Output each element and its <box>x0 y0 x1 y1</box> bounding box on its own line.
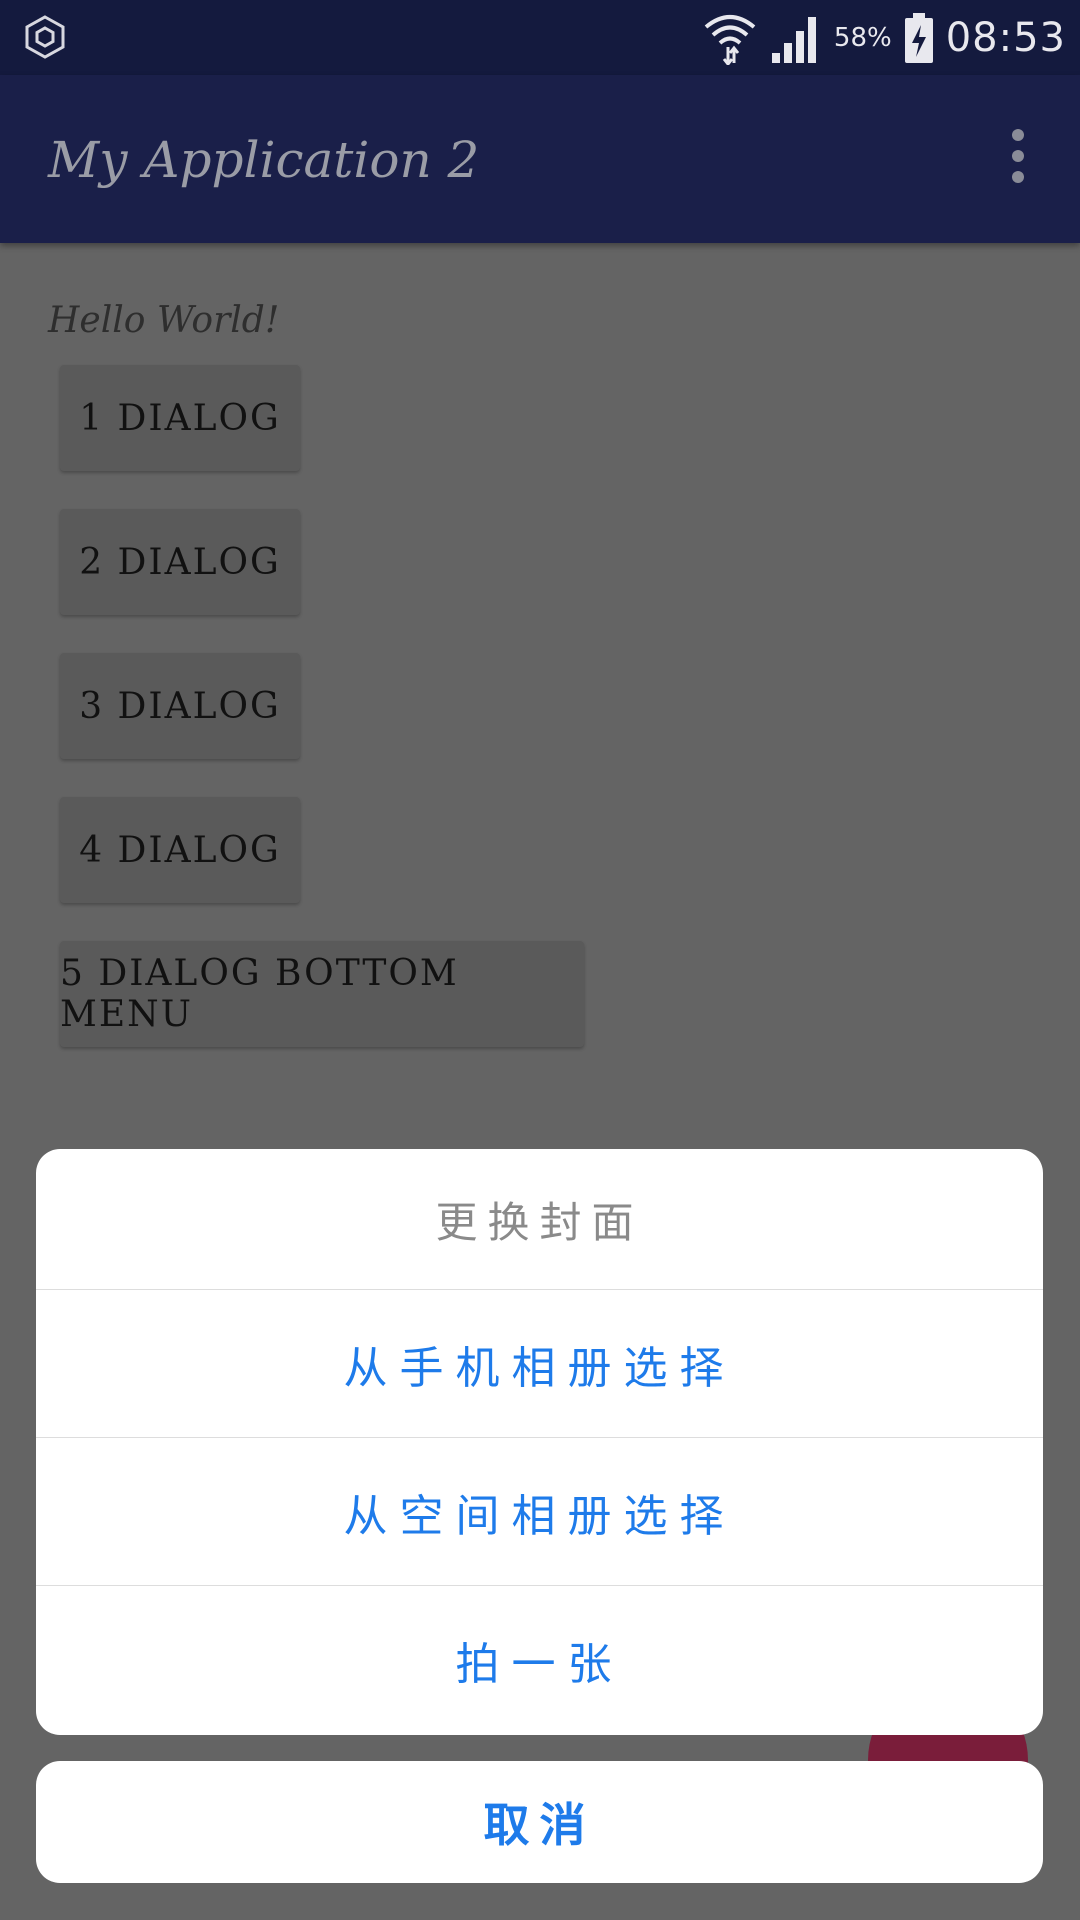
take-photo-button[interactable]: 拍一张 <box>36 1586 1043 1734</box>
dialog-2-button[interactable]: 2 DIALOG <box>60 509 300 615</box>
choose-from-phone-album-button[interactable]: 从手机相册选择 <box>36 1290 1043 1438</box>
sheet-title: 更换封面 <box>36 1149 1043 1290</box>
dialog-4-button[interactable]: 4 DIALOG <box>60 797 300 903</box>
hello-text: Hello World! <box>48 300 280 341</box>
choose-from-space-album-button[interactable]: 从空间相册选择 <box>36 1438 1043 1586</box>
dialog-3-button[interactable]: 3 DIALOG <box>60 653 300 759</box>
overflow-menu-icon[interactable] <box>1008 129 1028 189</box>
bottom-sheet-menu: 更换封面 从手机相册选择 从空间相册选择 拍一张 <box>36 1149 1043 1735</box>
app-bar: My Application 2 <box>0 75 1080 243</box>
battery-charging-icon <box>904 12 933 63</box>
hexagon-icon <box>25 15 65 59</box>
dialog-bottom-menu-button[interactable]: 5 DIALOG BOTTOM MENU <box>60 941 584 1047</box>
signal-icon <box>771 16 816 63</box>
status-bar: 58% 08:53 <box>0 0 1080 75</box>
clock: 08:53 <box>945 14 1066 61</box>
cancel-button[interactable]: 取消 <box>36 1761 1043 1883</box>
wifi-icon <box>704 14 756 65</box>
status-icons: 58% 08:53 <box>690 0 1066 75</box>
battery-percent: 58% <box>833 22 892 53</box>
dialog-1-button[interactable]: 1 DIALOG <box>60 365 300 471</box>
app-title: My Application 2 <box>48 131 480 189</box>
